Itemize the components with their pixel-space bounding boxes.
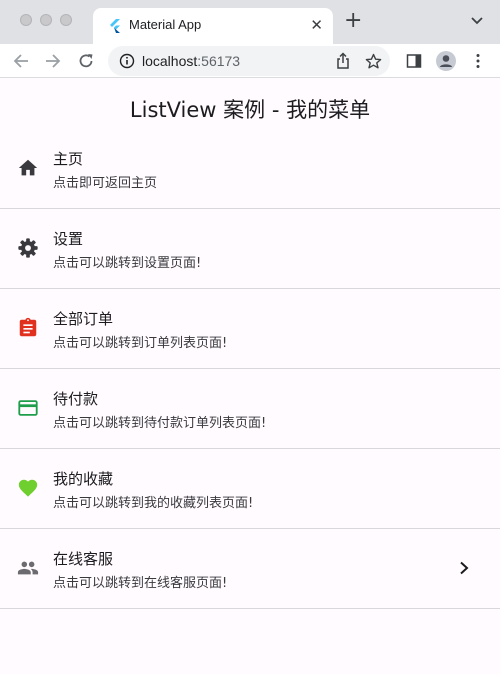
list-item-title: 全部订单 xyxy=(53,310,114,328)
favorite-icon xyxy=(18,479,38,497)
minimize-window-button[interactable] xyxy=(40,14,52,26)
profile-avatar-icon[interactable] xyxy=(435,50,457,72)
list-item-subtitle: 点击可以跳转到在线客服页面! xyxy=(53,576,228,591)
list-item-title: 设置 xyxy=(53,230,84,248)
page-title: ListView 案例 - 我的菜单 xyxy=(129,98,371,122)
list-item-subtitle: 点击可以跳转到设置页面! xyxy=(53,256,202,271)
tab-close-button[interactable]: ✕ xyxy=(310,17,323,33)
more-menu-icon[interactable] xyxy=(469,52,487,70)
list-item-favorites[interactable]: 我的收藏 点击可以跳转到我的收藏列表页面! xyxy=(0,449,500,529)
page-content: ListView 案例 - 我的菜单 主页 点击即可返回主页 设置 点击可以跳转… xyxy=(0,78,500,674)
chevron-right-icon[interactable] xyxy=(455,559,473,577)
browser-tab[interactable]: Material App ✕ xyxy=(93,8,333,44)
browser-window: Material App ✕ + localhost:56173 ListVie… xyxy=(0,0,500,674)
list-item-settings[interactable]: 设置 点击可以跳转到设置页面! xyxy=(0,209,500,289)
reload-icon[interactable] xyxy=(77,52,95,70)
home-icon xyxy=(18,159,38,176)
list-item-all-orders[interactable]: 全部订单 点击可以跳转到订单列表页面! xyxy=(0,289,500,369)
url-text: localhost:56173 xyxy=(142,53,240,69)
list-item-subtitle: 点击即可返回主页 xyxy=(53,176,158,191)
list-item-title: 在线客服 xyxy=(53,550,114,568)
tab-search-chevron-icon[interactable] xyxy=(470,16,484,26)
side-panel-icon[interactable] xyxy=(405,52,423,70)
list-item-customer-service[interactable]: 在线客服 点击可以跳转到在线客服页面! xyxy=(0,529,500,609)
list-item-title: 主页 xyxy=(53,150,84,168)
people-icon xyxy=(17,561,39,575)
list-item-home[interactable]: 主页 点击即可返回主页 xyxy=(0,129,500,209)
payment-card-icon xyxy=(18,400,38,416)
list-item-subtitle: 点击可以跳转到订单列表页面! xyxy=(53,336,228,351)
address-bar[interactable]: localhost:56173 xyxy=(108,46,390,76)
back-arrow-icon[interactable] xyxy=(12,52,30,70)
forward-arrow-icon[interactable] xyxy=(44,52,62,70)
tab-title: Material App xyxy=(129,17,202,32)
close-window-button[interactable] xyxy=(20,14,32,26)
new-tab-button[interactable]: + xyxy=(344,9,362,33)
maximize-window-button[interactable] xyxy=(60,14,72,26)
settings-icon xyxy=(18,238,38,258)
flutter-logo-icon xyxy=(110,19,120,33)
list-item-title: 待付款 xyxy=(53,390,99,408)
browser-toolbar: localhost:56173 xyxy=(0,44,500,78)
list-item-subtitle: 点击可以跳转到我的收藏列表页面! xyxy=(53,496,254,511)
assignment-icon xyxy=(19,317,37,337)
tab-strip: Material App ✕ + xyxy=(0,0,500,44)
list-item-subtitle: 点击可以跳转到待付款订单列表页面! xyxy=(53,416,267,431)
menu-list: 主页 点击即可返回主页 设置 点击可以跳转到设置页面! 全部订单 点击可以跳转到… xyxy=(0,129,500,609)
site-info-icon[interactable] xyxy=(119,53,135,69)
url-port: :56173 xyxy=(197,53,241,69)
share-icon[interactable] xyxy=(335,52,351,70)
url-host: localhost xyxy=(142,53,198,69)
list-item-pending-payment[interactable]: 待付款 点击可以跳转到待付款订单列表页面! xyxy=(0,369,500,449)
list-item-title: 我的收藏 xyxy=(53,470,114,488)
bookmark-star-icon[interactable] xyxy=(365,53,382,70)
